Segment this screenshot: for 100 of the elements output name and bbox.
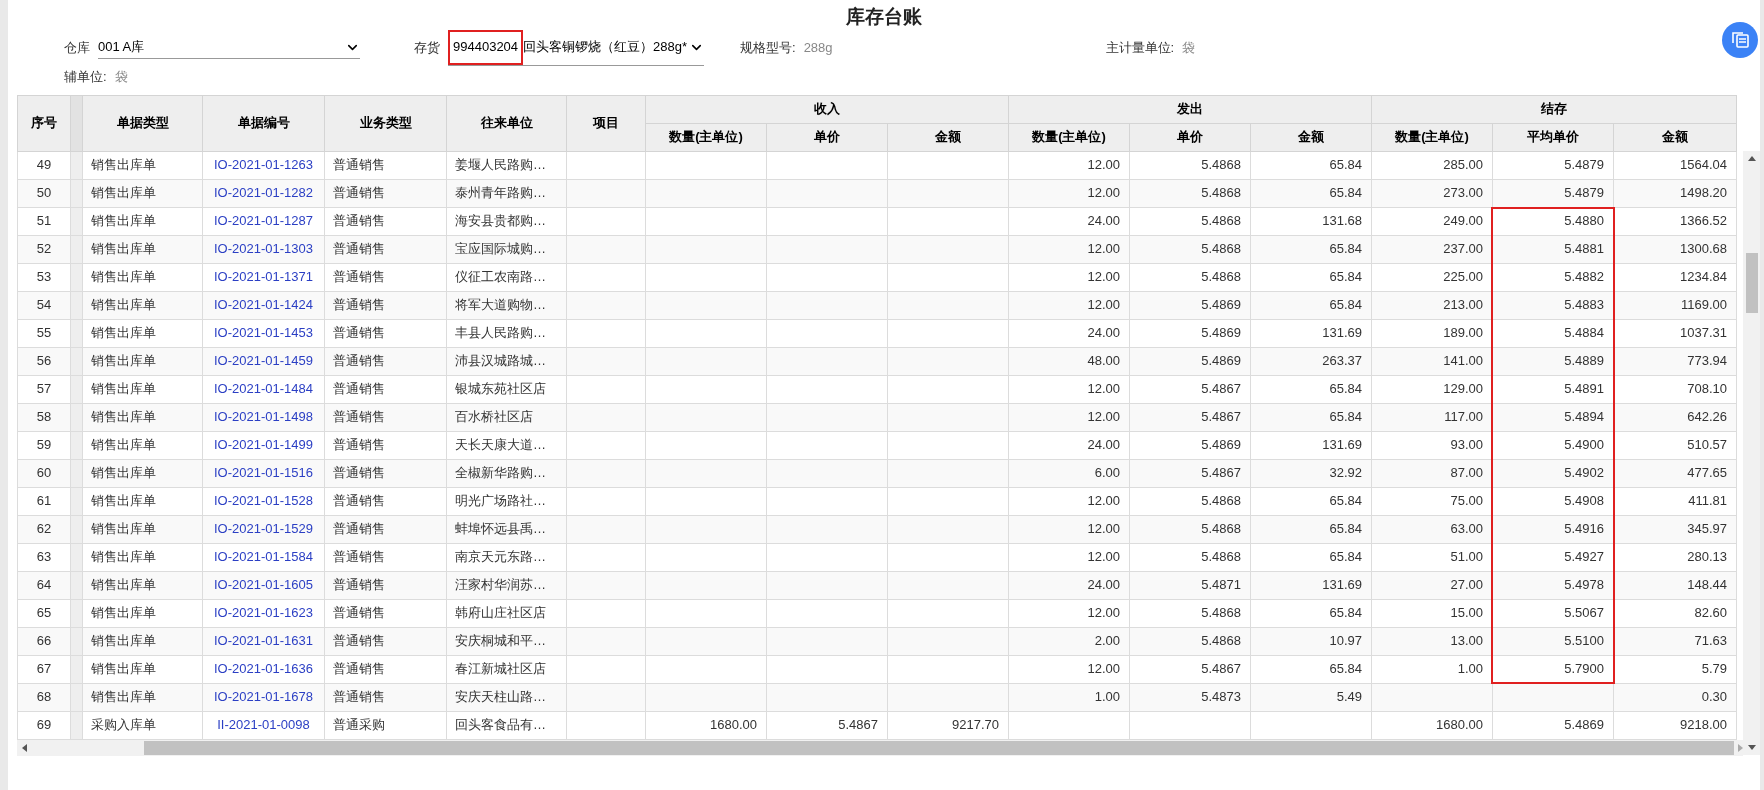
table-cell: 泰州青年路购… [446, 179, 567, 207]
number-cell: 93.00 [1450, 437, 1483, 453]
number-cell: 5.4869 [1201, 325, 1241, 341]
number-cell: 12.00 [1087, 297, 1120, 313]
table-cell: 销售出库单 [82, 515, 203, 543]
table-cell: 蚌埠怀远县禹… [446, 515, 567, 543]
table-cell: 姜堰人民路购… [446, 151, 567, 179]
row-number: 55 [17, 319, 71, 347]
warehouse-select[interactable]: 001 A库 [98, 36, 360, 59]
table-cell: 普通销售 [324, 599, 447, 627]
column-header: 单据类型 [82, 95, 203, 151]
main-unit-label: 主计量单位: [1105, 38, 1175, 57]
number-cell: 1300.68 [1680, 241, 1727, 257]
number-cell: 1680.00 [710, 717, 757, 733]
table-cell: 安庆桐城和平… [446, 627, 567, 655]
number-cell: 5.4880 [1564, 213, 1604, 229]
scrollbar-thumb[interactable] [1745, 252, 1758, 313]
table-cell: 普通销售 [324, 207, 447, 235]
number-cell: 285.00 [1443, 157, 1483, 173]
table-cell: 普通销售 [324, 543, 447, 571]
table-cell: 韩府山庄社区店 [446, 599, 567, 627]
table-cell: 销售出库单 [82, 151, 203, 179]
number-cell: 12.00 [1087, 409, 1120, 425]
number-cell: 225.00 [1443, 269, 1483, 285]
number-cell: 12.00 [1087, 269, 1120, 285]
column-header: 序号 [17, 95, 71, 151]
table-cell: 采购入库单 [82, 711, 203, 739]
table-cell: 宝应国际城购… [446, 235, 567, 263]
number-cell: 65.84 [1329, 185, 1362, 201]
column-header: 数量(主单位) [645, 123, 767, 151]
number-cell: 1234.84 [1680, 269, 1727, 285]
number-cell: 12.00 [1087, 493, 1120, 509]
number-cell: 63.00 [1450, 521, 1483, 537]
number-cell: 5.4889 [1564, 353, 1604, 369]
table-cell: 销售出库单 [82, 543, 203, 571]
window-switch-icon [1730, 30, 1750, 50]
number-cell: 15.00 [1450, 605, 1483, 621]
number-cell: 129.00 [1443, 381, 1483, 397]
scroll-up-icon [1747, 155, 1756, 161]
stock-label: 存货 [414, 38, 440, 57]
vertical-scrollbar[interactable] [1743, 150, 1760, 755]
number-cell: 32.92 [1329, 465, 1362, 481]
number-cell: 24.00 [1087, 325, 1120, 341]
table-cell: 销售出库单 [82, 319, 203, 347]
number-cell: 5.4881 [1564, 241, 1604, 257]
number-cell: 5.4868 [1201, 241, 1241, 257]
number-cell: 12.00 [1087, 185, 1120, 201]
table-cell: 普通销售 [324, 235, 447, 263]
column-header: 金额 [1250, 123, 1372, 151]
floating-action-button[interactable] [1722, 22, 1758, 58]
number-cell: 65.84 [1329, 297, 1362, 313]
row-number: 53 [17, 263, 71, 291]
number-cell: 1169.00 [1680, 297, 1727, 313]
spec-value: 288g [803, 38, 833, 57]
column-header: 往来单位 [446, 95, 567, 151]
number-cell: 773.94 [1687, 353, 1727, 369]
table-cell: 普通销售 [324, 571, 447, 599]
number-cell: 237.00 [1443, 241, 1483, 257]
number-cell: 5.4869 [1201, 297, 1241, 313]
number-cell: 5.5100 [1564, 633, 1604, 649]
table-cell: 销售出库单 [82, 683, 203, 711]
table-cell: 销售出库单 [82, 291, 203, 319]
table-cell: 沛县汉城路城… [446, 347, 567, 375]
number-cell: 5.4868 [1201, 213, 1241, 229]
table-cell: 百水桥社区店 [446, 403, 567, 431]
number-cell: 5.4869 [1201, 353, 1241, 369]
number-cell: 1.00 [1094, 689, 1120, 705]
number-cell: 249.00 [1443, 213, 1483, 229]
number-cell: 24.00 [1087, 437, 1120, 453]
number-cell: 0.30 [1701, 689, 1727, 705]
number-cell: 65.84 [1329, 521, 1362, 537]
table-cell: 明光广场路社… [446, 487, 567, 515]
number-cell: 12.00 [1087, 241, 1120, 257]
table-cell: 销售出库单 [82, 655, 203, 683]
warehouse-label: 仓库 [64, 38, 90, 57]
number-cell: 131.69 [1322, 437, 1362, 453]
number-cell: 5.4868 [1201, 493, 1241, 509]
table-cell: 销售出库单 [82, 431, 203, 459]
number-cell: 65.84 [1329, 157, 1362, 173]
row-number: 52 [17, 235, 71, 263]
number-cell: 5.49 [1336, 689, 1362, 705]
scrollbar-thumb[interactable] [144, 740, 1734, 755]
number-cell: 48.00 [1087, 353, 1120, 369]
table-cell: 普通销售 [324, 683, 447, 711]
stock-select[interactable]: 994403204 回头客铜锣烧（红豆）288g* [448, 29, 704, 66]
number-cell: 5.4868 [1201, 269, 1241, 285]
table-cell: 天长天康大道… [446, 431, 567, 459]
column-header: 单价 [1129, 123, 1251, 151]
number-cell: 5.79 [1701, 661, 1727, 677]
table-cell: 销售出库单 [82, 347, 203, 375]
table-cell: 普通销售 [324, 347, 447, 375]
number-cell: 141.00 [1443, 353, 1483, 369]
scroll-left-icon [22, 743, 27, 752]
table-cell: 销售出库单 [82, 487, 203, 515]
table-cell: 全椒新华路购… [446, 459, 567, 487]
number-cell: 5.4868 [1201, 549, 1241, 565]
column-header: 金额 [887, 123, 1009, 151]
number-cell: 411.81 [1688, 493, 1727, 509]
table-cell: 汪家村华润苏… [446, 571, 567, 599]
table-cell: 销售出库单 [82, 263, 203, 291]
